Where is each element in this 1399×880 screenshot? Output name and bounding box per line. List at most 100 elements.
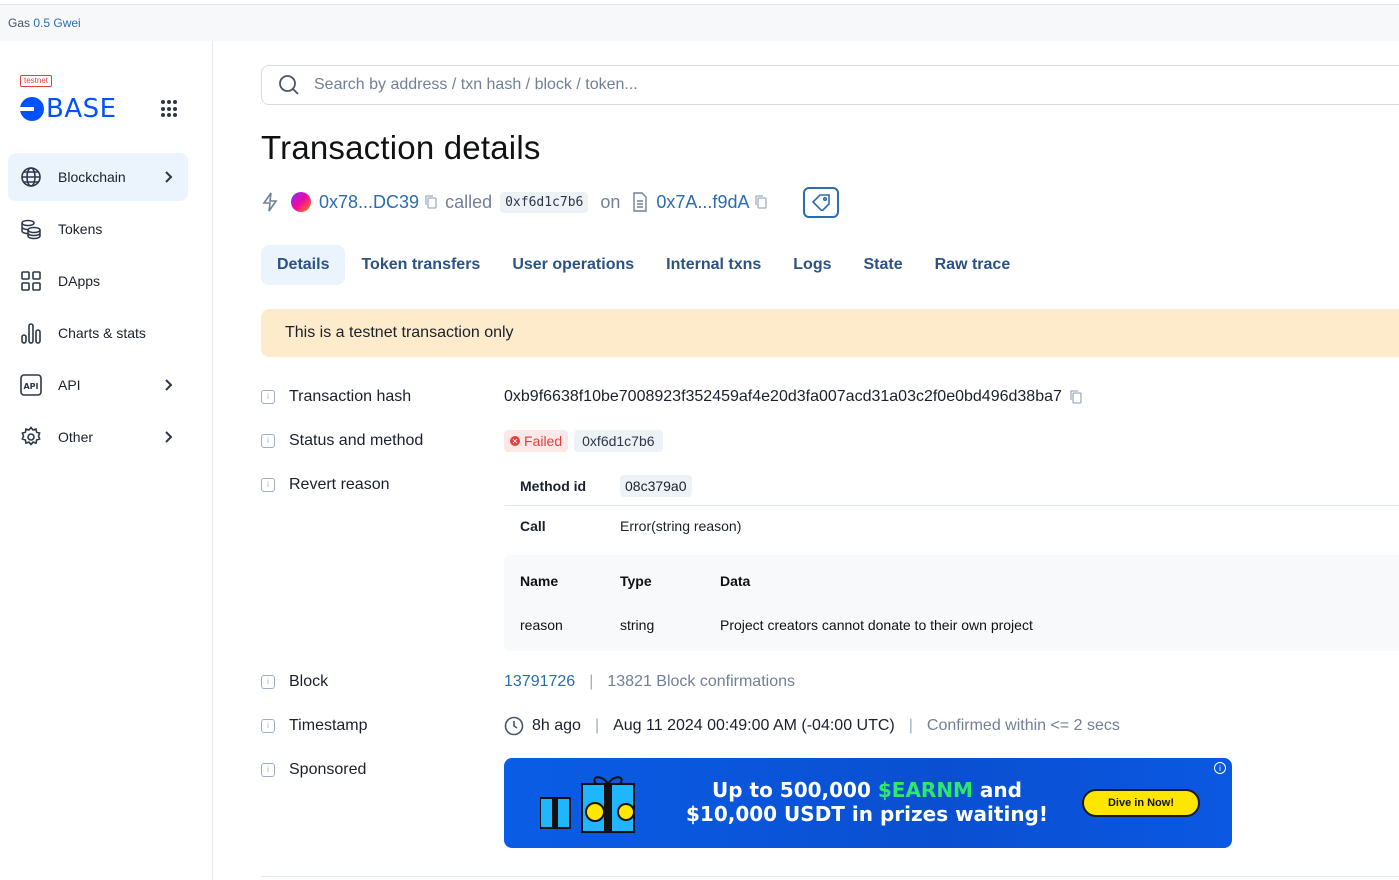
gas-value: 0.5 Gwei	[33, 16, 81, 30]
to-address-link[interactable]: 0x7A...f9dA	[656, 192, 749, 213]
ad-line1-a: Up to 500,000	[712, 778, 878, 802]
gas-label: Gas	[8, 16, 31, 30]
info-icon[interactable]: i	[261, 763, 275, 777]
timestamp-label-text: Timestamp	[289, 717, 368, 734]
testnet-banner: This is a testnet transaction only	[261, 309, 1399, 357]
sidebar-item-label: Charts & stats	[58, 325, 146, 341]
base-logo[interactable]: BASE	[20, 94, 117, 124]
sidebar-item-label: Blockchain	[58, 169, 126, 185]
call-value: Error(string reason)	[620, 517, 742, 534]
tx-hash-text: 0xb9f6638f10be7008923f352459af4e20d3fa00…	[504, 388, 1062, 405]
block-confirmations: 13821 Block confirmations	[607, 673, 795, 690]
sidebar-item-label: DApps	[58, 273, 101, 289]
tx-hash-label: i Transaction hash	[261, 385, 411, 409]
tab-raw-trace[interactable]: Raw trace	[919, 245, 1027, 285]
sidebar-item-label: API	[58, 377, 81, 393]
svg-text:API: API	[23, 382, 38, 391]
info-icon[interactable]: i	[261, 390, 275, 404]
apps-grid-icon	[20, 270, 42, 292]
tab-state[interactable]: State	[848, 245, 919, 285]
col-data: Data	[720, 573, 751, 589]
sidebar-item-dapps[interactable]: DApps	[8, 257, 188, 305]
col-type: Type	[620, 573, 652, 589]
timestamp-ago: 8h ago	[532, 717, 581, 734]
sidebar-item-label: Tokens	[58, 221, 103, 237]
divider	[261, 876, 1399, 877]
method-id-value: 08c379a0	[620, 474, 692, 497]
sponsored-label-text: Sponsored	[289, 761, 367, 778]
top-bar: Gas 0.5 Gwei	[0, 4, 1399, 41]
timestamp-label: i Timestamp	[261, 714, 368, 738]
sidebar-item-blockchain[interactable]: Blockchain	[8, 153, 188, 201]
tab-details[interactable]: Details	[261, 245, 346, 285]
block-value: 13791726 | 13821 Block confirmations	[504, 670, 795, 694]
gas-price[interactable]: Gas 0.5 Gwei	[8, 16, 81, 30]
sidebar-item-charts-stats[interactable]: Charts & stats	[8, 309, 188, 357]
status-label: i Status and method	[261, 429, 423, 453]
col-name: Name	[520, 573, 559, 589]
copy-icon[interactable]	[1070, 390, 1082, 404]
ad-line1-b: and	[972, 778, 1022, 802]
info-icon[interactable]: i	[261, 675, 275, 689]
revert-reason-box: Method id 08c379a0 Call Error(string rea…	[504, 466, 1399, 651]
private-tag-button[interactable]	[803, 186, 840, 218]
clock-icon	[504, 716, 524, 736]
sidebar-item-tokens[interactable]: Tokens	[8, 205, 188, 253]
timestamp-value: 8h ago | Aug 11 2024 00:49:00 AM (-04:00…	[504, 714, 1120, 738]
sponsored-ad-banner[interactable]: Up to 500,000 $EARNM and $10,000 USDT in…	[504, 758, 1232, 848]
base-logo-text: BASE	[46, 94, 117, 124]
ad-info-icon[interactable]: i	[1214, 762, 1226, 774]
sidebar: testnet BASE Blockchain Tokens DApps Cha…	[0, 41, 213, 880]
method-badge: 0xf6d1c7b6	[574, 430, 663, 452]
tab-user-operations[interactable]: User operations	[496, 245, 650, 285]
info-icon[interactable]: i	[261, 434, 275, 448]
sponsored-label: i Sponsored	[261, 758, 366, 782]
info-icon[interactable]: i	[261, 719, 275, 733]
apps-menu-icon[interactable]	[160, 99, 180, 119]
method-id-row: Method id 08c379a0	[504, 466, 1399, 506]
copy-icon[interactable]	[755, 195, 768, 209]
search-bar[interactable]: Search by address / txn hash / block / t…	[261, 65, 1399, 105]
on-text: on	[600, 191, 621, 212]
table-row: reason string Project creators cannot do…	[520, 613, 1388, 637]
search-input[interactable]: Search by address / txn hash / block / t…	[314, 76, 638, 94]
sidebar-item-other[interactable]: Other	[8, 413, 188, 461]
cell-data: Project creators cannot donate to their …	[720, 617, 1033, 633]
block-number-link[interactable]: 13791726	[504, 673, 575, 691]
from-address-link[interactable]: 0x78...DC39	[319, 192, 419, 213]
globe-icon	[20, 166, 42, 188]
copy-icon[interactable]	[425, 195, 437, 209]
tabs: Details Token transfers User operations …	[261, 245, 1026, 285]
base-logo-icon	[20, 97, 44, 121]
coins-icon	[20, 218, 42, 240]
info-icon[interactable]: i	[261, 478, 275, 492]
testnet-tag: testnet	[20, 75, 53, 87]
table-header: Name Type Data	[520, 569, 1388, 593]
separator: |	[594, 717, 600, 734]
revert-label: i Revert reason	[261, 473, 390, 497]
method-id-label: Method id	[520, 477, 587, 494]
call-label: Call	[520, 517, 546, 534]
gift-box-icon	[540, 776, 635, 833]
separator: |	[908, 717, 913, 734]
chevron-right-icon	[165, 171, 173, 183]
avatar	[291, 192, 311, 212]
block-label: i Block	[261, 670, 328, 694]
error-icon: ✕	[510, 436, 520, 446]
ad-headline: Up to 500,000 $EARNM and $10,000 USDT in…	[672, 778, 1062, 826]
lightning-icon	[262, 192, 278, 212]
cell-name: reason	[520, 617, 563, 633]
page-title: Transaction details	[261, 129, 541, 166]
tab-internal-txns[interactable]: Internal txns	[650, 245, 777, 285]
chevron-right-icon	[165, 379, 173, 391]
contract-file-icon	[633, 192, 648, 212]
ad-cta-button[interactable]: Dive in Now!	[1082, 789, 1200, 817]
sidebar-item-api[interactable]: API API	[8, 361, 188, 409]
tab-token-transfers[interactable]: Token transfers	[345, 245, 496, 285]
tab-logs[interactable]: Logs	[777, 245, 847, 285]
decoded-table: Name Type Data reason string Project cre…	[504, 555, 1399, 651]
chevron-right-icon	[165, 431, 173, 443]
status-value: ✕ Failed 0xf6d1c7b6	[504, 429, 663, 453]
tx-hash-label-text: Transaction hash	[289, 388, 412, 405]
sidebar-nav: Blockchain Tokens DApps Charts & stats A…	[8, 153, 188, 465]
